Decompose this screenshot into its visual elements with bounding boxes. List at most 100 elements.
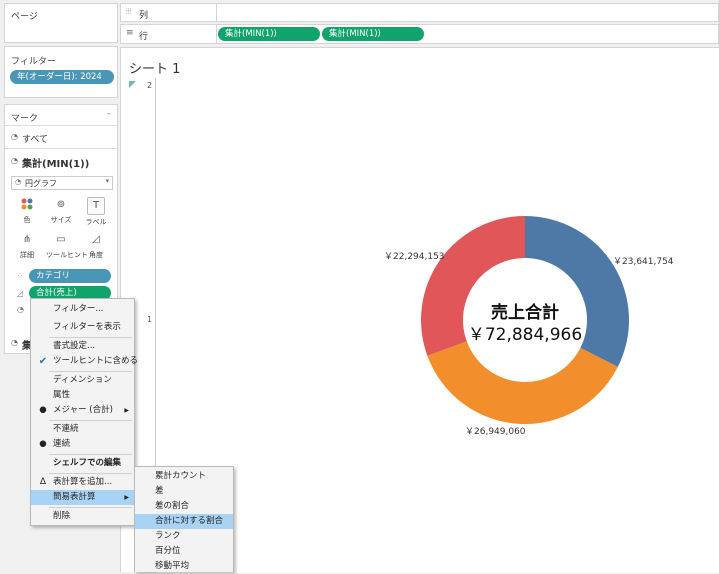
tooltip-card-label: ツールヒント (46, 251, 88, 259)
menu-label: 簡易表計算 (53, 492, 96, 502)
submenu-running-total[interactable]: 累計カウント (135, 469, 233, 484)
menu-label: 差 (155, 486, 164, 496)
marks-all[interactable]: すべて (22, 132, 48, 145)
menu-label: 移動平均 (155, 561, 190, 571)
center-value: ￥72,884,966 (467, 325, 583, 345)
menu-separator (49, 473, 132, 474)
slice-label-office: ￥26,949,060 (465, 427, 526, 437)
rows-pill-2[interactable]: 集計(MIN(1)) (322, 27, 424, 41)
menu-label: 属性 (53, 390, 71, 400)
menu-separator (49, 454, 132, 455)
menu-filter[interactable]: フィルター... (31, 302, 134, 317)
marks-title: マーク (11, 114, 39, 124)
submenu-rank[interactable]: ランク (135, 529, 233, 544)
menu-discrete[interactable]: 不連続 (31, 422, 134, 437)
menu-show-filter[interactable]: フィルターを表示 (31, 320, 134, 335)
slice-label-technology: ￥23,641,754 (613, 257, 674, 267)
chevron-down-icon: ▾ (105, 177, 109, 185)
submenu-percentile[interactable]: 百分位 (135, 544, 233, 559)
menu-attribute[interactable]: 属性 (31, 388, 134, 403)
submenu-percent-of-total[interactable]: 合計に対する割合 (135, 514, 233, 529)
menu-add-table-calc[interactable]: Δ 表計算を追加... (31, 475, 134, 490)
columns-shelf[interactable]: ⦙⦙⦙ 列 (120, 3, 719, 22)
menu-label: メジャー (合計) (53, 405, 113, 415)
rows-icon: ≡ (126, 28, 134, 38)
menu-label: ディメンション (53, 375, 112, 385)
menu-separator (49, 420, 132, 421)
rows-shelf[interactable]: ≡ 行 集計(MIN(1)) 集計(MIN(1)) (120, 24, 719, 44)
angle-icon: ◿ (92, 234, 100, 245)
menu-quick-table-calc[interactable]: 簡易表計算 ▶ (31, 490, 134, 505)
delta-icon: Δ (39, 477, 47, 487)
measure-icon: ◔ (11, 156, 18, 165)
submenu-percent-difference[interactable]: 差の割合 (135, 499, 233, 514)
rows-label: 行 (139, 32, 149, 42)
menu-dimension[interactable]: ディメンション (31, 373, 134, 388)
filter-pill-year[interactable]: 年(オーダー日): 2024 (10, 70, 114, 84)
size-card[interactable]: ⊚ サイズ (46, 197, 76, 227)
rows-pill-1[interactable]: 集計(MIN(1)) (218, 27, 320, 41)
color-dots-icon (19, 197, 35, 213)
filters-title: フィルター (11, 57, 56, 67)
menu-label: 連続 (53, 439, 71, 449)
detail-card-label: 詳細 (20, 251, 34, 259)
color-card[interactable]: 色 (12, 197, 42, 227)
quick-table-calc-submenu: 累計カウント 差 差の割合 合計に対する割合 ランク 百分位 移動平均 (134, 466, 234, 572)
menu-measure[interactable]: ● メジャー (合計) ▶ (31, 403, 134, 418)
menu-separator (49, 371, 132, 372)
menu-edit-in-shelf[interactable]: シェルフでの編集 (31, 456, 134, 471)
submenu-arrow-icon: ▶ (124, 494, 129, 501)
axis-corner-marker (129, 81, 136, 88)
collapse-icon[interactable]: - (107, 109, 110, 119)
angle-field-icon: ◿ (17, 289, 24, 298)
detail-field-icon: ◔ (17, 305, 24, 314)
menu-format[interactable]: 書式設定... (31, 339, 134, 354)
marks-measure[interactable]: 集計(MIN(1)) (22, 155, 89, 170)
menu-remove[interactable]: 削除 (31, 509, 134, 524)
pie-icon: ◔ (15, 178, 22, 186)
menu-label: 差の割合 (155, 501, 190, 511)
menu-label: 表計算を追加... (53, 477, 113, 487)
menu-label: フィルター... (53, 304, 104, 314)
category-pill[interactable]: カテゴリ (29, 269, 111, 283)
menu-label: 削除 (53, 511, 71, 521)
check-icon: ✔ (38, 356, 48, 367)
menu-label: シェルフでの編集 (53, 458, 122, 468)
axis-tick-2: 2 (147, 81, 153, 90)
menu-label: フィルターを表示 (53, 322, 121, 332)
menu-include-tooltip[interactable]: ✔ ツールヒントに含める (31, 354, 138, 369)
view-area (155, 78, 719, 573)
tooltip-card[interactable]: ▭ ツールヒント (46, 232, 88, 262)
menu-label: 百分位 (155, 546, 181, 556)
size-card-label: サイズ (50, 216, 72, 224)
size-icon: ⊚ (56, 199, 66, 210)
slice-label-furniture: ￥22,294,153 (384, 252, 445, 262)
angle-card[interactable]: ◿ 角度 (81, 232, 111, 262)
columns-label: 列 (139, 11, 149, 21)
submenu-arrow-icon: ▶ (124, 407, 129, 414)
color-field-icon: ⁘ (17, 272, 23, 280)
menu-label: 書式設定... (53, 341, 96, 351)
axis-tick-1: 1 (147, 315, 153, 324)
label-card[interactable]: T ラベル (81, 197, 111, 227)
menu-label: ランク (155, 531, 181, 541)
menu-label: ツールヒントに含める (53, 356, 139, 366)
menu-label: 累計カウント (155, 471, 207, 481)
tooltip-icon: ▭ (56, 234, 66, 245)
label-icon: T (87, 197, 105, 215)
divider-line (5, 148, 117, 149)
detail-card[interactable]: ⋔ 詳細 (12, 232, 42, 262)
header-line (5, 125, 117, 126)
angle-card-label: 角度 (89, 251, 103, 259)
shelf-divider (216, 25, 217, 43)
pages-title: ページ (11, 12, 38, 22)
menu-continuous[interactable]: ● 連続 (31, 437, 134, 452)
menu-label: 合計に対する割合 (155, 516, 224, 526)
menu-separator (49, 337, 132, 338)
menu-separator (49, 507, 132, 508)
detail-icon: ⋔ (22, 234, 32, 245)
mark-type-dropdown[interactable]: ◔ 円グラフ ▾ (11, 176, 113, 190)
submenu-difference[interactable]: 差 (135, 484, 233, 499)
color-card-label: 色 (23, 216, 31, 224)
menu-label: 不連続 (53, 424, 79, 434)
